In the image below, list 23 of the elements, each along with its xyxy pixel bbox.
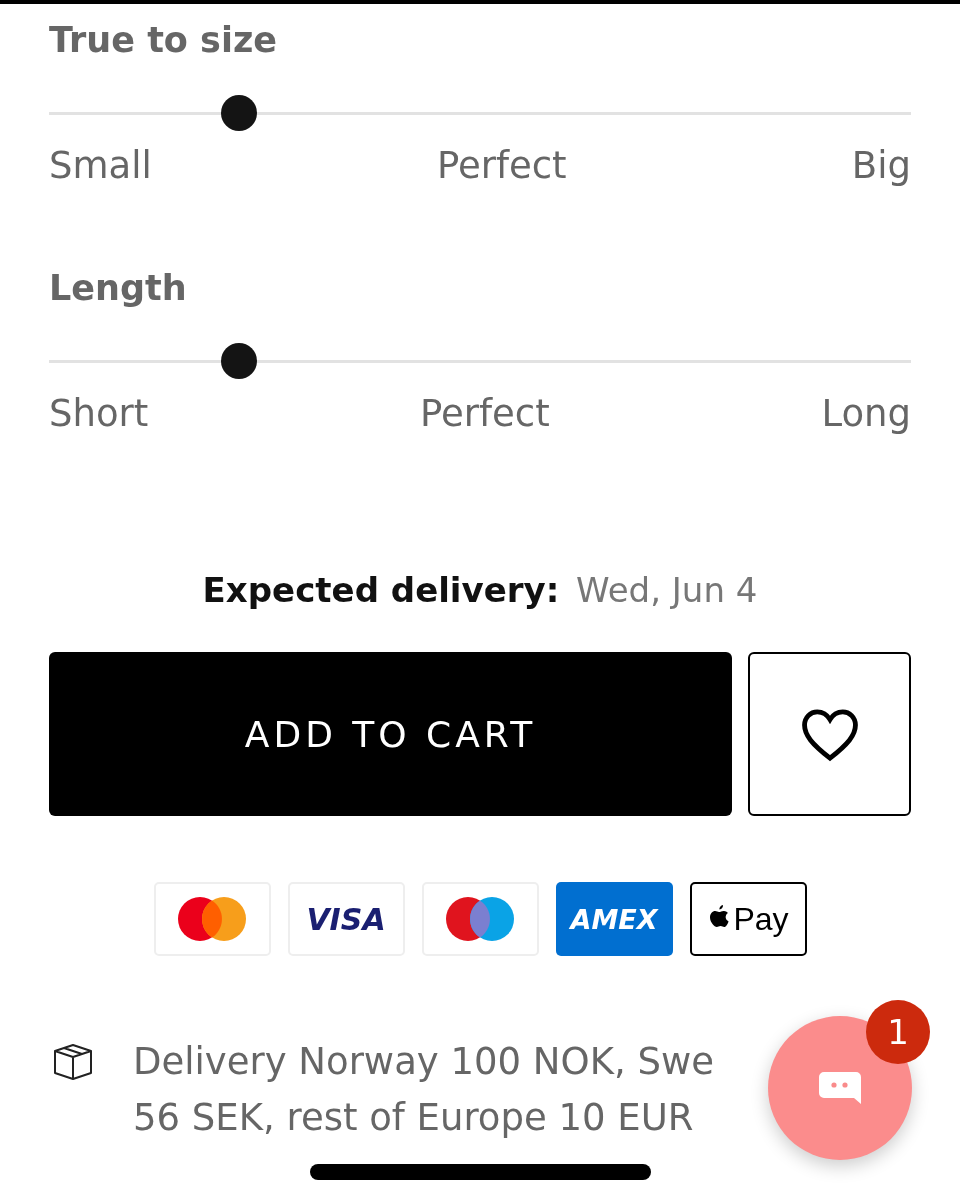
slider-title: Length [49,267,188,310]
delivery-date: Wed, Jun 4 [576,570,758,610]
shipping-text: Delivery Norway 100 NOK, Swe [133,1039,714,1085]
chat-icon [818,1070,862,1106]
slider-label: Perfect [437,143,567,189]
delivery-label: Expected delivery: [202,570,560,610]
shipping-text: 56 SEK, rest of Europe 10 EUR [133,1095,695,1141]
slider-thumb[interactable] [220,95,257,131]
wishlist-button[interactable] [748,652,911,816]
mastercard-icon [176,896,248,942]
amex-card: AMEX [555,882,673,956]
add-to-cart-button[interactable]: ADD TO CART [49,652,732,816]
slider-label: Short [49,391,149,437]
slider-title: True to size [49,19,279,62]
maestro-icon [444,896,516,942]
notification-badge: 1 [866,1000,930,1064]
apple-pay-text: Pay [733,900,789,938]
slider-label: Long [821,391,911,437]
slider-label: Big [851,143,911,189]
slider-label: Small [49,143,152,189]
visa-card: VISA [287,882,405,956]
slider-thumb[interactable] [220,343,257,379]
slider-label: Perfect [420,391,550,437]
